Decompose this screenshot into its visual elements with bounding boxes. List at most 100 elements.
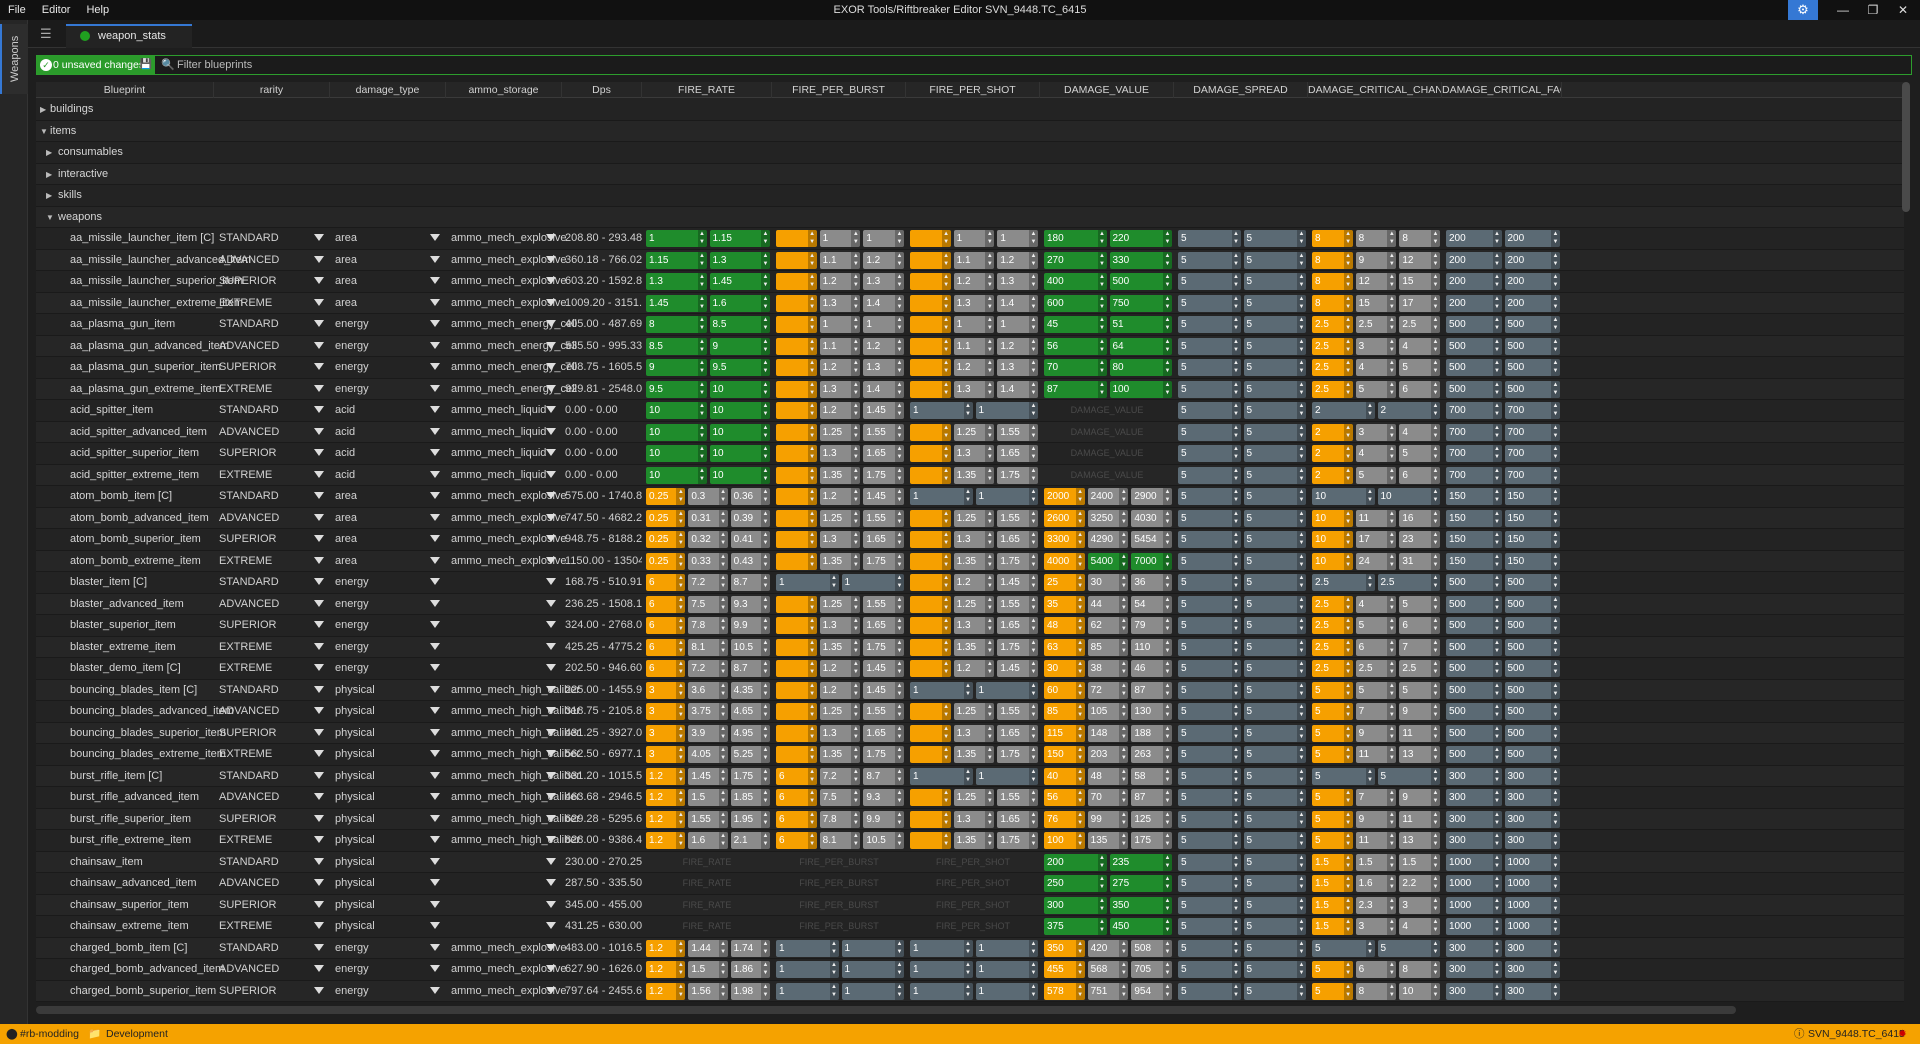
spin-arrows-icon[interactable]: ▲ ▼ bbox=[1387, 638, 1397, 656]
value-spinbox[interactable]: 1 ▲ ▼ bbox=[841, 574, 904, 591]
value-spinbox[interactable]: 1.2 ▲ ▼ bbox=[646, 767, 686, 785]
spin-arrows-icon[interactable]: ▲ ▼ bbox=[1297, 380, 1306, 398]
value-spinbox[interactable]: 87 ▲ ▼ bbox=[1044, 380, 1107, 398]
spin-arrows-icon[interactable]: ▲ ▼ bbox=[1430, 961, 1440, 978]
value-spinbox[interactable]: 5 ▲ ▼ bbox=[1377, 767, 1440, 785]
spin-arrows-icon[interactable]: ▲ ▼ bbox=[718, 982, 728, 1000]
spin-arrows-icon[interactable]: ▲ ▼ bbox=[1297, 703, 1306, 720]
spin-arrows-icon[interactable]: ▲ ▼ bbox=[1075, 703, 1085, 720]
spin-arrows-icon[interactable]: ▲ ▼ bbox=[1097, 875, 1107, 892]
value-spinbox[interactable]: 8 ▲ ▼ bbox=[646, 316, 707, 333]
spin-arrows-icon[interactable]: ▲ ▼ bbox=[1162, 982, 1172, 1000]
spin-arrows-icon[interactable]: ▲ ▼ bbox=[1551, 961, 1560, 978]
spin-arrows-icon[interactable]: ▲ ▼ bbox=[761, 251, 770, 269]
spin-arrows-icon[interactable]: ▲ ▼ bbox=[1430, 380, 1440, 398]
damage-type-dropdown[interactable]: physical bbox=[332, 916, 444, 937]
spin-arrows-icon[interactable]: ▲ ▼ bbox=[1343, 638, 1353, 656]
value-spinbox[interactable]: 450 ▲ ▼ bbox=[1109, 918, 1172, 935]
value-spinbox[interactable]: 6 ▲ ▼ bbox=[1399, 617, 1440, 634]
spin-arrows-icon[interactable]: ▲ ▼ bbox=[1430, 294, 1440, 312]
value-spinbox[interactable]: 500 ▲ ▼ bbox=[1446, 617, 1502, 634]
spin-arrows-icon[interactable]: ▲ ▼ bbox=[941, 337, 951, 355]
value-spinbox[interactable]: 1.2 ▲ ▼ bbox=[997, 251, 1038, 269]
spin-arrows-icon[interactable]: ▲ ▼ bbox=[1551, 316, 1560, 333]
spin-arrows-icon[interactable]: ▲ ▼ bbox=[1492, 294, 1502, 312]
value-spinbox[interactable]: 5 ▲ ▼ bbox=[1243, 724, 1306, 742]
spin-arrows-icon[interactable]: ▲ ▼ bbox=[851, 767, 861, 785]
value-spinbox[interactable]: 1 ▲ ▼ bbox=[776, 982, 839, 1000]
value-spinbox[interactable]: 300 ▲ ▼ bbox=[1504, 939, 1560, 957]
value-spinbox[interactable]: 0.25 ▲ ▼ bbox=[646, 509, 686, 527]
value-spinbox[interactable]: 2 ▲ ▼ bbox=[1312, 423, 1353, 441]
rarity-dropdown[interactable]: ADVANCED bbox=[216, 594, 328, 615]
value-spinbox[interactable]: 150 ▲ ▼ bbox=[1446, 488, 1502, 505]
spin-arrows-icon[interactable]: ▲ ▼ bbox=[761, 402, 770, 419]
spin-arrows-icon[interactable]: ▲ ▼ bbox=[676, 982, 686, 1000]
value-spinbox[interactable]: 11 ▲ ▼ bbox=[1355, 509, 1397, 527]
spin-arrows-icon[interactable]: ▲ ▼ bbox=[1430, 423, 1440, 441]
spin-arrows-icon[interactable]: ▲ ▼ bbox=[807, 402, 817, 419]
value-spinbox[interactable]: 1.25 ▲ ▼ bbox=[819, 423, 861, 441]
spin-arrows-icon[interactable]: ▲ ▼ bbox=[1551, 359, 1560, 376]
tree-row[interactable]: ▼ items bbox=[36, 120, 1904, 142]
value-spinbox[interactable]: 9 ▲ ▼ bbox=[1355, 251, 1397, 269]
value-spinbox[interactable]: 1.5 ▲ ▼ bbox=[1312, 875, 1353, 892]
value-spinbox[interactable]: 5 ▲ ▼ bbox=[1243, 961, 1306, 978]
spin-arrows-icon[interactable]: ▲ ▼ bbox=[1028, 509, 1038, 527]
spin-arrows-icon[interactable]: ▲ ▼ bbox=[807, 595, 817, 613]
ammo-storage-dropdown[interactable]: ammo_mech_energy_cell bbox=[448, 336, 577, 357]
spin-arrows-icon[interactable]: ▲ ▼ bbox=[807, 767, 817, 785]
value-spinbox[interactable]: 1.5 ▲ ▼ bbox=[1312, 896, 1353, 914]
spin-arrows-icon[interactable]: ▲ ▼ bbox=[1387, 681, 1397, 699]
value-spinbox[interactable]: 5 ▲ ▼ bbox=[1243, 294, 1306, 312]
value-spinbox[interactable]: 9.5 ▲ ▼ bbox=[709, 359, 770, 376]
table-row[interactable]: acid_spitter_item STANDARD acid ammo_mech_l… bbox=[36, 400, 1904, 422]
spin-arrows-icon[interactable]: ▲ ▼ bbox=[1119, 617, 1129, 634]
spin-arrows-icon[interactable]: ▲ ▼ bbox=[697, 316, 707, 333]
ammo-storage-dropdown[interactable]: ammo_mech_energy_cell bbox=[448, 357, 577, 378]
spin-arrows-icon[interactable]: ▲ ▼ bbox=[697, 359, 707, 376]
spin-arrows-icon[interactable]: ▲ ▼ bbox=[1297, 982, 1306, 1000]
value-spinbox[interactable]: 500 ▲ ▼ bbox=[1446, 337, 1502, 355]
value-spinbox[interactable]: 1000 ▲ ▼ bbox=[1504, 918, 1560, 935]
spin-arrows-icon[interactable]: ▲ ▼ bbox=[807, 789, 817, 806]
spin-arrows-icon[interactable]: ▲ ▼ bbox=[718, 810, 728, 828]
spin-arrows-icon[interactable]: ▲ ▼ bbox=[985, 251, 995, 269]
spin-arrows-icon[interactable]: ▲ ▼ bbox=[1430, 445, 1440, 462]
environment-label[interactable]: Development bbox=[106, 1024, 168, 1044]
table-row[interactable]: blaster_item [C] STANDARD energy 168.75 - 5… bbox=[36, 572, 1904, 594]
value-spinbox[interactable]: 1.5 ▲ ▼ bbox=[1355, 853, 1397, 871]
spin-arrows-icon[interactable]: ▲ ▼ bbox=[1029, 961, 1038, 978]
value-spinbox[interactable]: 9.3 ▲ ▼ bbox=[730, 595, 770, 613]
value-spinbox[interactable]: 12 ▲ ▼ bbox=[1355, 273, 1397, 290]
spin-arrows-icon[interactable]: ▲ ▼ bbox=[851, 359, 861, 376]
value-spinbox[interactable]: 8.7 ▲ ▼ bbox=[863, 767, 904, 785]
horizontal-scrollbar[interactable] bbox=[36, 1006, 1736, 1014]
value-spinbox[interactable]: 30 ▲ ▼ bbox=[1087, 574, 1129, 591]
value-spinbox[interactable]: 5 ▲ ▼ bbox=[1355, 466, 1397, 484]
column-header-fire-per-shot[interactable]: FIRE_PER_SHOT bbox=[906, 82, 1040, 98]
spin-arrows-icon[interactable]: ▲ ▼ bbox=[1430, 509, 1440, 527]
value-spinbox[interactable]: 62 ▲ ▼ bbox=[1087, 617, 1129, 634]
value-spinbox[interactable]: 1 ▲ ▼ bbox=[975, 402, 1038, 419]
value-spinbox[interactable]: 1 ▲ ▼ bbox=[910, 961, 973, 978]
spin-arrows-icon[interactable]: ▲ ▼ bbox=[1551, 445, 1560, 462]
value-spinbox[interactable]: 5 ▲ ▼ bbox=[1178, 445, 1241, 462]
spin-arrows-icon[interactable]: ▲ ▼ bbox=[1297, 595, 1306, 613]
value-spinbox[interactable]: 700 ▲ ▼ bbox=[1446, 445, 1502, 462]
spin-arrows-icon[interactable]: ▲ ▼ bbox=[1343, 337, 1353, 355]
spin-arrows-icon[interactable]: ▲ ▼ bbox=[851, 789, 861, 806]
spin-arrows-icon[interactable]: ▲ ▼ bbox=[697, 251, 707, 269]
spin-arrows-icon[interactable]: ▲ ▼ bbox=[1297, 789, 1306, 806]
spin-arrows-icon[interactable]: ▲ ▼ bbox=[1028, 703, 1038, 720]
spin-arrows-icon[interactable]: ▲ ▼ bbox=[1028, 638, 1038, 656]
spin-arrows-icon[interactable]: ▲ ▼ bbox=[1430, 853, 1440, 871]
column-header-dps[interactable]: Dps bbox=[562, 82, 642, 98]
value-spinbox[interactable]: 8 ▲ ▼ bbox=[1312, 294, 1353, 312]
rarity-dropdown[interactable]: SUPERIOR bbox=[216, 895, 328, 916]
damage-type-dropdown[interactable]: physical bbox=[332, 766, 444, 787]
spin-arrows-icon[interactable]: ▲ ▼ bbox=[1492, 445, 1502, 462]
ammo-storage-dropdown[interactable]: ammo_mech_explosive bbox=[448, 250, 567, 271]
spin-arrows-icon[interactable]: ▲ ▼ bbox=[1492, 574, 1502, 591]
value-spinbox[interactable]: ▲ ▼ bbox=[776, 337, 817, 355]
